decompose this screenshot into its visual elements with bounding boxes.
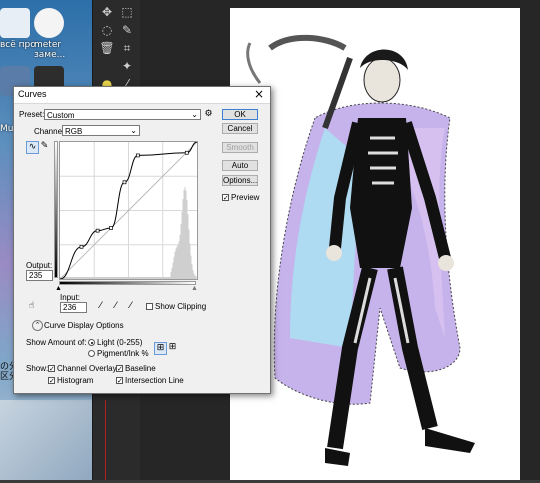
crop-tool-icon[interactable]: ⌗	[119, 40, 135, 56]
options-button[interactable]: Options...	[222, 175, 258, 186]
curve-point[interactable]	[79, 244, 84, 249]
close-icon[interactable]: ×	[254, 87, 264, 101]
intersection-line-label: Intersection Line	[125, 376, 184, 385]
intersection-line-checkbox[interactable]: ✓	[116, 377, 123, 385]
quick-select-icon[interactable]: ✎	[119, 22, 135, 38]
marquee-tool-icon[interactable]: ⬚	[119, 4, 135, 20]
ok-button[interactable]: OK	[222, 109, 258, 120]
curve-point[interactable]	[109, 226, 113, 230]
trash-icon[interactable]: 🗑	[99, 40, 115, 56]
preset-select[interactable]: Custom ⌄	[44, 109, 201, 120]
curve-point[interactable]	[136, 153, 140, 158]
expand-chevron-icon[interactable]: ⌃	[32, 320, 43, 331]
desktop-icon-label: заме...	[34, 50, 66, 60]
curve-graph[interactable]	[59, 141, 198, 280]
preset-label: Preset:	[19, 110, 45, 119]
channel-overlays-label: Channel Overlays	[57, 364, 121, 373]
desktop-icon-label: meter	[34, 40, 62, 50]
cancel-button[interactable]: Cancel	[222, 123, 258, 134]
preview-checkbox[interactable]: ✓	[222, 194, 229, 202]
curve-display-options-label[interactable]: Curve Display Options	[44, 321, 124, 330]
input-gradient-bar	[59, 281, 196, 285]
curves-dialog: Curves × Preset: Custom ⌄ ⚙ Channel: RGB…	[13, 86, 271, 394]
output-gradient-bar	[54, 141, 58, 278]
show-amount-label: Show Amount of:	[26, 338, 87, 347]
preset-options-gear-icon[interactable]: ⚙	[203, 109, 214, 120]
light-radio[interactable]	[88, 339, 95, 346]
channel-value: RGB	[65, 127, 83, 136]
histogram-label: Histogram	[57, 376, 94, 385]
gray-eyedropper-icon[interactable]: ⁄	[110, 301, 121, 312]
desktop-app-icon[interactable]	[0, 8, 30, 38]
dialog-title: Curves	[18, 89, 47, 99]
pigment-radio[interactable]	[88, 350, 95, 357]
white-point-slider-icon[interactable]: ▲	[191, 285, 198, 292]
input-label: Input:	[60, 293, 81, 302]
pigment-radio-label: Pigment/Ink %	[97, 349, 149, 358]
black-point-slider-icon[interactable]: ▲	[55, 285, 62, 292]
auto-button[interactable]: Auto	[222, 160, 258, 171]
music-file-icon[interactable]	[34, 8, 64, 38]
channel-overlays-checkbox[interactable]: ✓	[48, 365, 55, 373]
show-clipping-label: Show Clipping	[155, 302, 207, 311]
input-field[interactable]: 236	[60, 302, 87, 313]
curve-plot[interactable]	[59, 141, 198, 280]
baseline-checkbox[interactable]: ✓	[116, 365, 123, 373]
curve-points	[79, 150, 189, 249]
move-tool-icon[interactable]: ✥	[99, 4, 115, 20]
desktop-icon-label: всё про	[0, 40, 36, 50]
curve-point[interactable]	[184, 150, 189, 155]
grid-simple-icon[interactable]: ⊞	[154, 342, 167, 355]
chevron-down-icon: ⌄	[130, 126, 137, 135]
curve-point[interactable]	[95, 228, 100, 233]
show-clipping-checkbox[interactable]	[146, 303, 153, 310]
dialog-titlebar[interactable]: Curves ×	[14, 87, 270, 104]
brush-icon[interactable]: ✦	[119, 58, 135, 74]
chevron-down-icon: ⌄	[191, 110, 198, 119]
preview-label: Preview	[231, 193, 260, 202]
curve-point[interactable]	[122, 180, 127, 185]
histogram-checkbox[interactable]: ✓	[48, 377, 55, 385]
baseline-label: Baseline	[125, 364, 156, 373]
white-eyedropper-icon[interactable]: ⁄	[125, 301, 136, 312]
desktop-window-fragment	[0, 400, 95, 480]
black-eyedropper-icon[interactable]: ⁄	[95, 301, 106, 312]
lasso-tool-icon[interactable]: ◌	[99, 22, 115, 38]
show-label: Show:	[26, 364, 49, 373]
targeted-adjustment-icon[interactable]: ☝	[26, 301, 37, 312]
grid-detailed-icon[interactable]: ⊞	[167, 342, 178, 353]
document-canvas[interactable]	[230, 8, 520, 480]
curve-edit-points-icon[interactable]: ∿	[26, 141, 39, 154]
skeleton-character-illustration	[246, 34, 475, 466]
divider-line	[105, 400, 106, 480]
channel-select[interactable]: RGB ⌄	[62, 125, 140, 136]
pencil-draw-icon[interactable]: ✎	[39, 141, 50, 152]
preset-value: Custom	[47, 111, 75, 120]
smooth-button[interactable]: Smooth	[222, 142, 258, 153]
output-field[interactable]: 235	[26, 270, 53, 281]
output-label: Output:	[26, 261, 53, 270]
light-radio-label: Light (0-255)	[97, 338, 143, 347]
